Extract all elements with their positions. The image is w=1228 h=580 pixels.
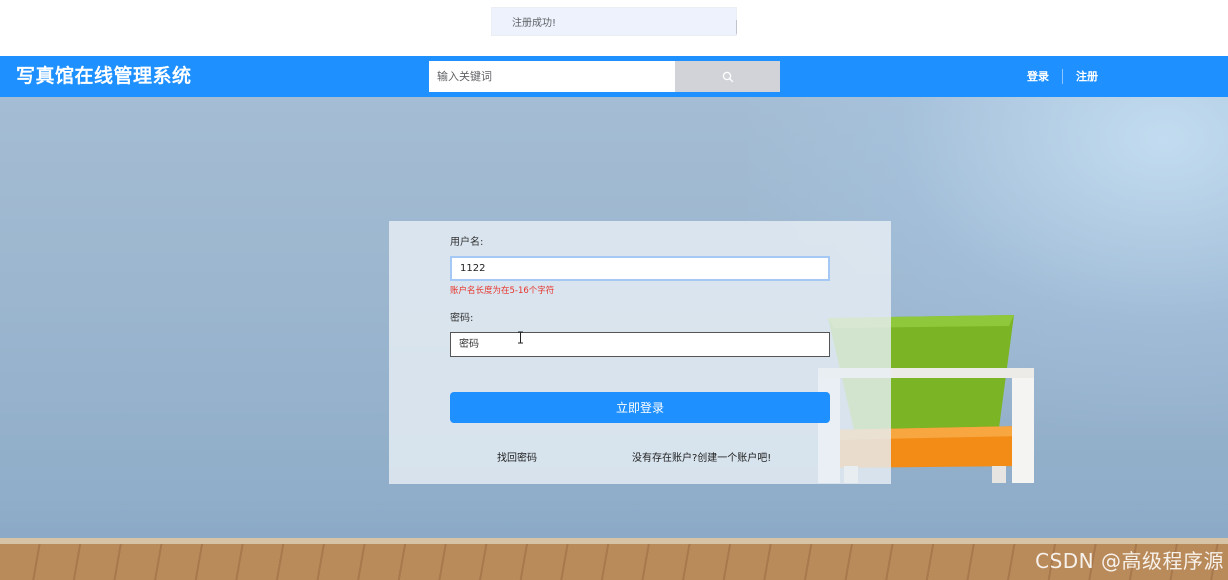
- login-panel: 用户名: 账户名长度为在5-16个字符 密码: 立即登录 找回密码 没有存在账户…: [389, 221, 891, 484]
- search-button[interactable]: [675, 61, 780, 92]
- search-input[interactable]: [429, 61, 675, 92]
- nav-divider: [1062, 69, 1063, 84]
- forgot-password-link[interactable]: 找回密码: [497, 449, 537, 464]
- login-button[interactable]: 立即登录: [450, 392, 830, 423]
- toast-text: 注册成功!: [512, 18, 557, 29]
- nav-login-link[interactable]: 登录: [1027, 56, 1049, 97]
- search-bar: [429, 61, 780, 92]
- nav-register-link[interactable]: 注册: [1076, 56, 1098, 97]
- create-account-link[interactable]: 没有存在账户?创建一个账户吧!: [632, 449, 771, 464]
- watermark: CSDN @高级程序源: [1035, 549, 1224, 573]
- username-label: 用户名:: [450, 237, 484, 248]
- text-caret: [736, 20, 737, 34]
- username-error: 账户名长度为在5-16个字符: [450, 286, 555, 296]
- top-navbar: 写真馆在线管理系统 登录 注册: [0, 56, 1228, 97]
- site-title: 写真馆在线管理系统: [16, 65, 192, 87]
- page: 注册成功! 写真馆在线管理系统 登录 注册: [0, 0, 1228, 580]
- search-icon: [722, 71, 733, 82]
- toast-message: 注册成功!: [491, 7, 737, 36]
- username-input[interactable]: [450, 256, 830, 281]
- password-input[interactable]: [450, 332, 830, 357]
- password-label: 密码:: [450, 313, 474, 324]
- ibeam-cursor-icon: [518, 331, 523, 344]
